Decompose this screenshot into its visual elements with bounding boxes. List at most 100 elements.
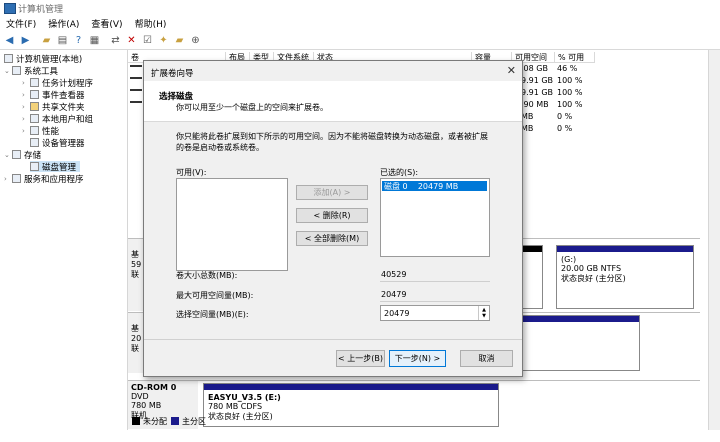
max-space-label: 最大可用空间量(MB):: [176, 291, 254, 300]
volume-free-space: .90 MB: [521, 100, 549, 109]
tree-item-device-manager[interactable]: 设备管理器: [30, 137, 85, 149]
next-button[interactable]: 下一步(N) >: [389, 350, 446, 367]
chevron-right-icon[interactable]: ›: [22, 103, 30, 111]
cancel-button[interactable]: 取消: [460, 350, 513, 367]
zoom-icon[interactable]: ⊕: [189, 34, 202, 47]
connect-icon[interactable]: ⇄: [109, 34, 122, 47]
chevron-right-icon[interactable]: ›: [22, 115, 30, 123]
tree-item-performance[interactable]: › 性能: [22, 125, 59, 137]
spin-down-icon[interactable]: ▼: [482, 313, 486, 319]
selected-disks-list[interactable]: 磁盘 0 20479 MB: [380, 178, 490, 257]
menu-view[interactable]: 查看(V): [91, 17, 122, 30]
available-disks-list[interactable]: [176, 178, 288, 271]
tree-item-storage[interactable]: ⌄ 存储: [4, 149, 41, 161]
back-icon[interactable]: ◀: [3, 34, 16, 47]
select-space-label: 选择空间量(MB)(E):: [176, 310, 249, 319]
shared-folder-icon: [30, 102, 39, 111]
footer-separator: [144, 339, 522, 340]
volume-free-space: 9.91 GB: [521, 88, 554, 97]
back-button[interactable]: < 上一步(B): [336, 350, 385, 367]
menu-help[interactable]: 帮助(H): [135, 17, 167, 30]
volume-percent-free: 100 %: [557, 88, 583, 97]
total-size-value: 40529: [381, 270, 407, 279]
total-size-label: 卷大小总数(MB):: [176, 271, 238, 280]
close-icon[interactable]: ✕: [507, 64, 516, 77]
storage-icon: [12, 150, 21, 159]
delete-icon[interactable]: ✕: [125, 34, 138, 47]
volume-percent-free: 46 %: [557, 64, 578, 73]
computer-management-icon: [4, 3, 16, 14]
extend-volume-wizard: 扩展卷向导 ✕ 选择磁盘 你可以用至少一个磁盘上的空间来扩展卷。 你只能将此卷扩…: [143, 60, 523, 377]
wizard-subheading: 你可以用至少一个磁盘上的空间来扩展卷。: [176, 103, 328, 112]
navigation-tree: 计算机管理(本地) ⌄ 系统工具 › 任务计划程序 › 事件查看器 › 共享文件…: [0, 50, 128, 430]
check-icon[interactable]: ☑: [141, 34, 154, 47]
computer-icon: [4, 54, 13, 63]
window-title: 计算机管理: [18, 4, 64, 15]
total-size-underline: [380, 281, 490, 282]
clock-icon: [30, 78, 39, 87]
new-icon[interactable]: ✦: [157, 34, 170, 47]
volume-percent-free: 0 %: [557, 112, 573, 121]
spinner-arrows[interactable]: ▲ ▼: [478, 306, 489, 320]
title-bar: 计算机管理: [0, 0, 720, 16]
folder-icon[interactable]: ▰: [173, 34, 186, 47]
disk-management-icon: [30, 162, 39, 171]
chevron-right-icon[interactable]: ›: [22, 127, 30, 135]
dialog-title: 扩展卷向导: [151, 69, 194, 79]
tree-item-task-scheduler[interactable]: › 任务计划程序: [22, 77, 93, 89]
tree-item-shared-folders[interactable]: › 共享文件夹: [22, 101, 85, 113]
up-folder-icon[interactable]: ▰: [40, 34, 53, 47]
services-icon: [12, 174, 21, 183]
cdrom-partition-e[interactable]: EASYU_V3.5 (E:) 780 MB CDFS 状态良好 (主分区): [203, 383, 499, 427]
remove-all-button[interactable]: < 全部删除(M): [296, 231, 368, 246]
select-space-value[interactable]: 20479: [384, 309, 409, 318]
volume-icon: [130, 77, 142, 79]
wizard-description: 你只能将此卷扩展到如下所示的可用空间。因为不能将磁盘转换为动态磁盘，或者被扩展的…: [176, 132, 488, 152]
event-log-icon: [30, 90, 39, 99]
chevron-right-icon[interactable]: ›: [4, 175, 12, 183]
help-icon[interactable]: ?: [72, 34, 85, 47]
disk-1-partition[interactable]: [518, 315, 640, 371]
volume-icon: [130, 65, 142, 67]
available-label: 可用(V):: [176, 168, 207, 177]
max-space-value: 20479: [381, 290, 407, 299]
tree-item-disk-management[interactable]: 磁盘管理: [30, 161, 81, 173]
select-space-spinner[interactable]: 20479 ▲ ▼: [380, 305, 490, 321]
list-icon[interactable]: ▦: [88, 34, 101, 47]
menu-file[interactable]: 文件(F): [6, 17, 36, 30]
partition-g[interactable]: (G:) 20.00 GB NTFS 状态良好 (主分区): [556, 245, 694, 309]
volume-free-space: .08 GB: [521, 64, 548, 73]
forward-icon[interactable]: ▶: [19, 34, 32, 47]
tree-item-event-viewer[interactable]: › 事件查看器: [22, 89, 85, 101]
max-space-underline: [380, 301, 490, 302]
legend-label-unallocated: 未分配: [143, 416, 167, 426]
cdrom-0-row: CD-ROM 0 DVD 780 MB 联机 EASYU_V3.5 (E:) 7…: [128, 380, 700, 429]
selected-disk-item[interactable]: 磁盘 0 20479 MB: [382, 181, 487, 191]
users-icon: [30, 114, 39, 123]
tree-item-system-tools[interactable]: ⌄ 系统工具: [4, 65, 58, 77]
volume-icon: [130, 101, 142, 103]
column-header-percent-free[interactable]: % 可用: [555, 52, 595, 63]
legend: 未分配 主分区: [128, 415, 206, 427]
volume-free-space: 9.91 GB: [521, 76, 554, 85]
chevron-right-icon[interactable]: ›: [22, 79, 30, 87]
menu-bar: 文件(F) 操作(A) 查看(V) 帮助(H): [0, 16, 720, 31]
legend-swatch-primary: [171, 417, 179, 425]
remove-button[interactable]: < 删除(R): [296, 208, 368, 223]
vertical-scrollbar[interactable]: [708, 50, 720, 430]
wizard-header: 选择磁盘 你可以用至少一个磁盘上的空间来扩展卷。: [144, 81, 522, 122]
device-manager-icon: [30, 138, 39, 147]
tree-item-local-users-groups[interactable]: › 本地用户和组: [22, 113, 93, 125]
tree-item-services-applications[interactable]: › 服务和应用程序: [4, 173, 84, 185]
volume-percent-free: 100 %: [557, 76, 583, 85]
chevron-down-icon[interactable]: ⌄: [4, 67, 12, 75]
selected-label: 已选的(S):: [380, 168, 419, 177]
tree-item-computer-management[interactable]: 计算机管理(本地): [4, 53, 82, 65]
chevron-down-icon[interactable]: ⌄: [4, 151, 12, 159]
volume-percent-free: 0 %: [557, 124, 573, 133]
properties-icon[interactable]: ▤: [56, 34, 69, 47]
chevron-right-icon[interactable]: ›: [22, 91, 30, 99]
menu-action[interactable]: 操作(A): [48, 17, 79, 30]
add-button[interactable]: 添加(A) >: [296, 185, 368, 200]
performance-icon: [30, 126, 39, 135]
